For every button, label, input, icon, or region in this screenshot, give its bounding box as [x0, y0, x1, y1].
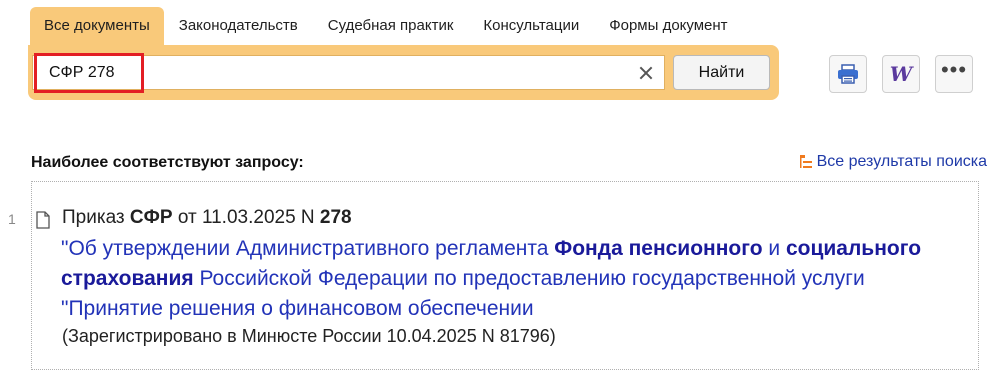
- document-type-tabs: Все документы Законодательств Судебная п…: [30, 7, 743, 45]
- more-dots-icon: •••: [940, 57, 968, 82]
- search-input[interactable]: [33, 56, 649, 89]
- result-document-link[interactable]: "Об утверждении Административного реглам…: [61, 234, 961, 324]
- export-word-button[interactable]: W: [882, 55, 920, 93]
- result-issuer: СФР: [129, 207, 173, 228]
- list-tree-icon: [799, 155, 812, 168]
- more-options-button[interactable]: •••: [935, 55, 973, 93]
- search-field-wrapper: [32, 53, 665, 93]
- result-match-part: Фонда пенсионного: [554, 237, 763, 260]
- result-title-line[interactable]: Приказ СФР от 11.03.2025 N 278: [62, 207, 352, 229]
- document-icon: [36, 211, 50, 229]
- tab-court-practice[interactable]: Судебная практик: [313, 7, 469, 45]
- all-results-label: Все результаты поиска: [816, 153, 987, 170]
- result-registration-note: (Зарегистрировано в Минюсте России 10.04…: [62, 326, 556, 346]
- tab-legislation[interactable]: Законодательств: [164, 7, 313, 45]
- tab-consultations[interactable]: Консультации: [468, 7, 594, 45]
- result-doc-type: Приказ: [62, 207, 130, 228]
- tab-document-forms[interactable]: Формы документ: [594, 7, 742, 45]
- result-text-part: и: [762, 237, 786, 260]
- results-heading: Наиболее соответствуют запросу:: [31, 154, 304, 171]
- word-icon: W: [889, 62, 913, 86]
- result-number-match: 278: [319, 207, 352, 228]
- clear-search-icon[interactable]: [636, 63, 656, 83]
- result-text-part: "Об утверждении Административного реглам…: [61, 237, 555, 260]
- print-icon: [838, 64, 858, 84]
- search-panel: Найти: [28, 45, 779, 100]
- all-results-link[interactable]: Все результаты поиска: [799, 153, 987, 171]
- tab-all-documents[interactable]: Все документы: [30, 7, 164, 45]
- result-date-number: от 11.03.2025 N: [172, 207, 320, 228]
- print-button[interactable]: [829, 55, 867, 93]
- result-number: 1: [8, 211, 16, 227]
- find-button[interactable]: Найти: [673, 55, 770, 90]
